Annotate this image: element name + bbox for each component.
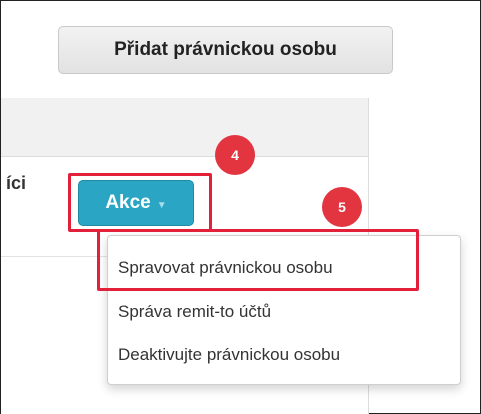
step-4-badge: 4 [215,135,255,175]
menu-item-deactivate-legal-entity[interactable]: Deaktivujte právnickou osobu [118,345,340,365]
menu-item-remit-to-accounts[interactable]: Správa remit-to účtů [118,302,271,322]
add-legal-entity-button[interactable]: Přidat právnickou osobu [58,26,393,74]
highlight-box-step-5 [97,229,419,291]
column-label-partial: íci [6,173,27,193]
table-header-row [1,98,368,157]
highlight-box-step-4 [68,173,212,232]
step-5-badge: 5 [322,187,362,227]
